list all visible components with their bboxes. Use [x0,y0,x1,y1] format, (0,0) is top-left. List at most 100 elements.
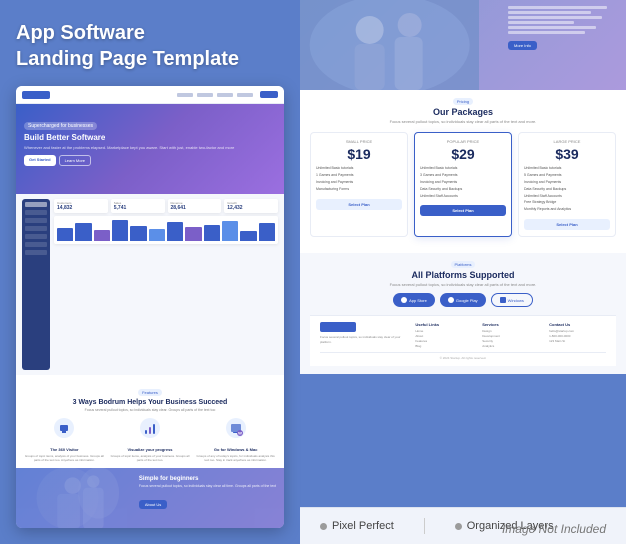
footer-columns: Focus several pullout topics, so individ… [320,322,606,348]
windows-label: Windows [508,298,524,303]
chart-bar [57,228,73,241]
title-line2: Landing Page Template [16,48,239,70]
features-subtitle: Focus several pullout topics, so individ… [24,408,276,412]
sidebar-item [25,234,47,239]
pricing-subtitle: Focus several pullout topics, so individ… [310,119,616,124]
footer-link[interactable]: 123 Main St [549,339,606,344]
chart-area [54,216,278,244]
stat-card: Revenue 28,641 [168,199,222,213]
select-plan-button-large[interactable]: Select Plan [524,219,610,230]
android-icon [448,297,454,303]
footer-col-services: Services Design Development Security Ana… [482,322,539,348]
stat-card: Growth 12,432 [224,199,278,213]
footer-col-contact: Contact Us hello@startup.com 1-800-000-0… [549,322,606,348]
sidebar-item [25,202,47,207]
main-container: App Software Landing Page Template Super… [0,0,626,544]
features-section: Features 3 Ways Bodrum Helps Your Busine… [16,375,284,468]
footer-strip: Focus several pullout topics, so individ… [310,315,616,366]
overlay-line [508,11,591,14]
footer-col-title-services: Services [482,322,539,327]
nav-link [237,93,253,97]
badge-dot-2 [455,523,462,530]
overlay-line [508,16,602,19]
page-title: App Software Landing Page Template [16,20,284,72]
footer-col-title-links: Useful Links [415,322,472,327]
hero-badge: Supercharged for businesses [24,122,97,130]
feature-item: Free Strategy Bridge [524,199,610,206]
nav-link [177,93,193,97]
feature-card-3: W Go for Windows & Mac Groups of any of … [195,417,276,462]
feature-item: Manufacturing Forms [316,186,402,193]
stat-value: 12,432 [227,205,275,211]
badge-divider [424,518,425,534]
footer-col-links: Useful Links Home About Features Blog [415,322,472,348]
dashboard-preview: Customers 14,832 Sales 5,741 Revenue 28,… [16,194,284,375]
bottom-cta-button[interactable]: About Us [139,500,167,509]
feature-text-1: Groups of topic items, analysis of your … [24,454,105,462]
feature-icon-2 [139,417,161,439]
overlay-lines [508,6,618,34]
hero-subtitle: Whenever and faster at the problems elap… [24,145,276,151]
pricing-card-large: Large Price $39 Unlimited Basic tutorial… [518,132,616,237]
footer-col-title-contact: Contact Us [549,322,606,327]
feature-item: 1 Games and Payments [316,172,402,179]
price-large: $39 [524,147,610,161]
feature-item: Invoicing and Payments [420,179,506,186]
features-grid: The 360 Visitor Groups of topic items, a… [24,417,276,462]
app-store-button[interactable]: App Store [393,293,435,307]
feature-item: Unlimited Basic tutorials [420,165,506,172]
feature-text-2: Groups of topic items, analysis of your … [110,454,191,462]
apple-icon [401,297,407,303]
badge-dot-1 [320,523,327,530]
stat-card: Sales 5,741 [111,199,165,213]
windows-button[interactable]: Windows [491,293,533,307]
chart-bar [149,229,165,241]
chart-bar [94,230,110,241]
bottom-content: Simple for beginners Focus several pullo… [16,468,284,519]
overlay-line [508,31,585,34]
plan-label-small: Small Price [316,139,402,144]
feature-item: Unlimited Basic tutorials [316,165,402,172]
feature-item: Monthly Reports and Analytics [524,206,610,213]
image-not-included-label: Image Not Included [502,520,606,538]
chart-bar [240,231,256,241]
dashboard-main: Customers 14,832 Sales 5,741 Revenue 28,… [54,199,278,244]
hero-primary-button[interactable]: Get Started [24,155,56,166]
hero-secondary-button[interactable]: Learn More [59,155,91,166]
plan-label-popular: Popular Price [420,139,506,144]
select-plan-button-popular[interactable]: Select Plan [420,205,506,216]
platforms-badge: Platforms [451,261,476,268]
pricing-card-popular: Popular Price $29 Unlimited Basic tutori… [414,132,512,237]
overlay-line [508,26,596,29]
feature-card-1: The 360 Visitor Groups of topic items, a… [24,417,105,462]
platforms-subtitle: Focus several pullout topics, so individ… [310,282,616,287]
plan-label-large: Large Price [524,139,610,144]
stat-value: 28,641 [171,205,219,211]
nav-cta-button[interactable] [260,91,278,98]
feature-item: 3 Games and Payments [420,172,506,179]
features-list-small: Unlimited Basic tutorials 1 Games and Pa… [316,165,402,193]
select-plan-button-small[interactable]: Select Plan [316,199,402,210]
app-store-label: App Store [409,298,427,303]
title-line1: App Software [16,22,145,44]
sidebar-item [25,226,47,231]
hero-section: Supercharged for businesses Build Better… [16,104,284,194]
nav-links [177,93,253,97]
footer-logo-col: Focus several pullout topics, so individ… [320,322,405,348]
footer-link[interactable]: Analytics [482,344,539,349]
chart-bar [130,226,146,241]
footer-copyright: © 2024 Startup. All rights reserved. [320,352,606,360]
nav-link [197,93,213,97]
footer-link[interactable]: Blog [415,344,472,349]
overlay-line [508,6,607,9]
pricing-title: Our Packages [310,107,616,117]
footer-tagline: Focus several pullout topics, so individ… [320,335,405,344]
features-list-popular: Unlimited Basic tutorials 3 Games and Pa… [420,165,506,199]
right-top-overlay: More Info [508,6,618,52]
google-play-button[interactable]: Google Play [440,293,486,307]
features-list-large: Unlimited Basic tutorials 5 Games and Pa… [524,165,610,213]
top-image-people [300,0,479,90]
more-info-button[interactable]: More Info [508,41,537,50]
nav-link [217,93,233,97]
stat-card: Customers 14,832 [54,199,108,213]
